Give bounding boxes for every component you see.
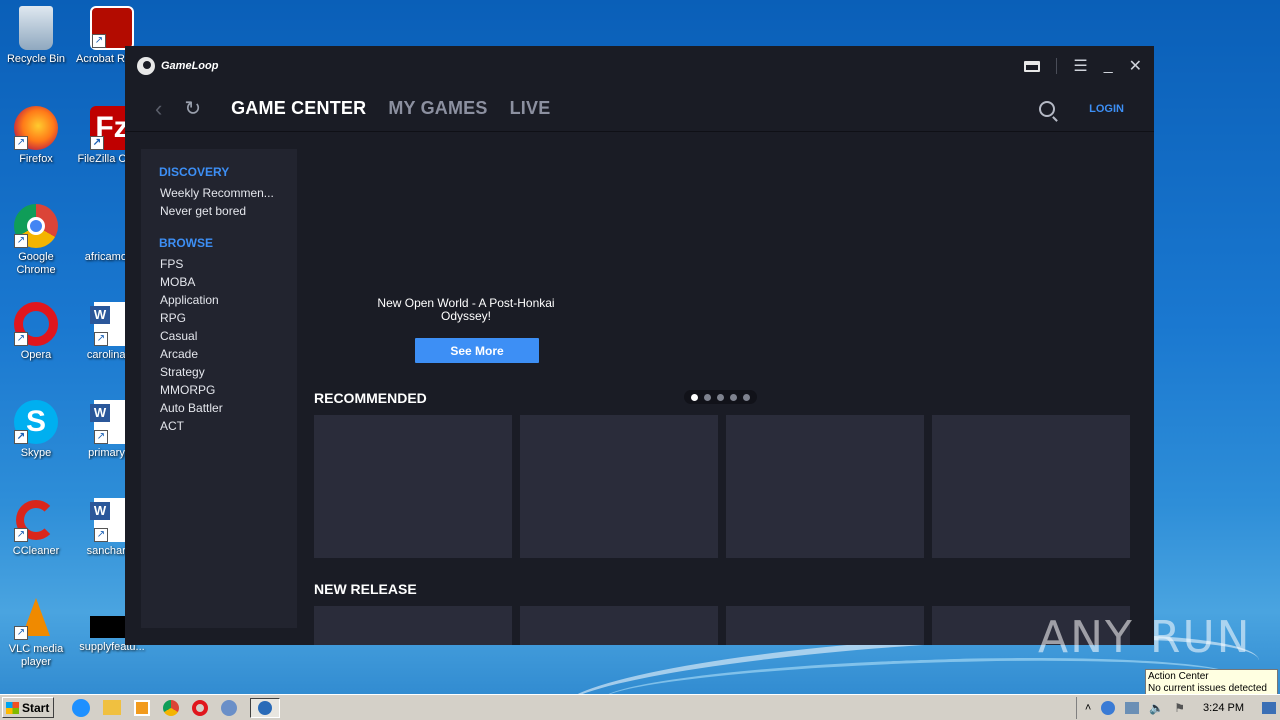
chrome-taskbar-icon[interactable] — [163, 699, 179, 716]
watermark-text: ANY RUN — [1038, 612, 1252, 663]
gameloop-setup-icon[interactable] — [221, 699, 237, 716]
volume-icon[interactable]: 🔈 — [1149, 701, 1164, 715]
title-bar: GameLoop ☰ _ ✕ — [125, 46, 1154, 86]
section-title-recommended: RECOMMENDED — [314, 390, 427, 406]
sidebar-item-auto-battler[interactable]: Auto Battler — [159, 399, 281, 417]
sidebar-item-moba[interactable]: MOBA — [159, 273, 281, 291]
game-card[interactable] — [520, 606, 718, 645]
carousel-dot-5[interactable] — [743, 393, 750, 401]
carousel-dot-3[interactable] — [717, 393, 724, 401]
chrome-icon: ↗ — [14, 204, 58, 248]
tab-my-games[interactable]: MY GAMES — [388, 98, 487, 119]
desktop-icon-vlc[interactable]: ↗ VLC media player — [0, 596, 72, 669]
sidebar-item-mmorpg[interactable]: MMORPG — [159, 381, 281, 399]
sidebar-item-never-get-bored[interactable]: Never get bored — [159, 202, 281, 220]
tab-live[interactable]: LIVE — [510, 98, 551, 119]
brand-name: GameLoop — [161, 60, 219, 72]
action-center-flag-icon[interactable]: ⚑ — [1174, 701, 1185, 715]
sidebar-item-fps[interactable]: FPS — [159, 255, 281, 273]
start-label: Start — [22, 700, 50, 715]
desktop-icon-recycle-bin[interactable]: Recycle Bin — [0, 6, 72, 66]
opera-icon: ↗ — [14, 302, 58, 346]
show-hidden-icons-icon[interactable]: ˄ — [1085, 702, 1091, 714]
ie-icon[interactable] — [72, 698, 90, 717]
firefox-icon: ↗ — [14, 106, 58, 150]
skype-icon: S ↗ — [14, 400, 58, 444]
ccleaner-icon: ↗ — [14, 498, 58, 542]
banner-title: New Open World - A Post-Honkai Odyssey! — [377, 296, 555, 323]
desktop-icon-ccleaner[interactable]: ↗ CCleaner — [0, 498, 72, 558]
divider — [1056, 58, 1058, 74]
gameloop-logo: GameLoop — [137, 57, 218, 75]
desktop-icon-chrome[interactable]: ↗ Google Chrome — [0, 204, 72, 277]
gameloop-window: GameLoop ☰ _ ✕ ‹ ↻ GAME CENTER MY GAMES … — [125, 46, 1154, 645]
watermark: ANY RUN — [1038, 612, 1252, 663]
sidebar-item-arcade[interactable]: Arcade — [159, 345, 281, 363]
network-icon[interactable] — [1125, 701, 1140, 714]
minimize-icon[interactable]: _ — [1104, 57, 1113, 75]
sidebar-item-application[interactable]: Application — [159, 291, 281, 309]
game-card[interactable] — [932, 415, 1130, 558]
menu-icon[interactable]: ☰ — [1073, 56, 1087, 76]
gameloop-logo-icon — [137, 57, 155, 75]
section-title-new-release: NEW RELEASE — [314, 581, 417, 597]
back-icon[interactable]: ‹ — [155, 96, 162, 122]
sidebar-item-casual[interactable]: Casual — [159, 327, 281, 345]
game-card[interactable] — [726, 415, 924, 558]
close-icon[interactable]: ✕ — [1129, 56, 1142, 76]
nav-bar: ‹ ↻ GAME CENTER MY GAMES LIVE LOGIN — [125, 86, 1154, 132]
start-button[interactable]: Start — [2, 697, 54, 718]
system-tray: ˄ 🔈 ⚑ 3:24 PM — [1075, 696, 1280, 719]
windows-logo-icon — [6, 701, 19, 714]
refresh-icon[interactable]: ↻ — [184, 96, 201, 121]
recommended-row — [314, 415, 1130, 558]
sidebar: DISCOVERY Weekly Recommen... Never get b… — [141, 149, 297, 628]
action-center-tooltip: Action Center No current issues detected — [1145, 669, 1278, 696]
clock[interactable]: 3:24 PM — [1203, 702, 1244, 714]
carousel-dot-4[interactable] — [730, 393, 737, 401]
network-app-icon[interactable] — [1101, 700, 1116, 715]
desktop-icon-firefox[interactable]: ↗ Firefox — [0, 106, 72, 166]
see-more-button[interactable]: See More — [415, 338, 539, 363]
carousel-dot-1[interactable] — [691, 393, 698, 401]
game-card[interactable] — [520, 415, 718, 558]
game-card[interactable] — [314, 606, 512, 645]
search-icon[interactable] — [1039, 100, 1056, 117]
sidebar-item-rpg[interactable]: RPG — [159, 309, 281, 327]
wallet-card-icon[interactable] — [1024, 60, 1041, 72]
carousel-dot-2[interactable] — [704, 393, 711, 401]
taskbar: Start ˄ 🔈 ⚑ 3:24 PM — [0, 694, 1280, 720]
tooltip-title: Action Center — [1148, 671, 1209, 682]
sidebar-heading-discovery: DISCOVERY — [159, 165, 230, 179]
game-card[interactable] — [726, 606, 924, 645]
sidebar-item-weekly-recommend[interactable]: Weekly Recommen... — [159, 184, 281, 202]
gameloop-taskbar-icon[interactable] — [250, 697, 280, 718]
login-button[interactable]: LOGIN — [1089, 103, 1124, 115]
show-desktop-icon[interactable] — [1262, 701, 1276, 714]
sidebar-item-act[interactable]: ACT — [159, 417, 281, 435]
carousel-indicator — [684, 390, 757, 404]
media-player-icon[interactable] — [134, 699, 150, 716]
sidebar-item-strategy[interactable]: Strategy — [159, 363, 281, 381]
main-content: DISCOVERY Weekly Recommen... Never get b… — [125, 132, 1154, 645]
opera-taskbar-icon[interactable] — [192, 699, 208, 716]
featured-banner[interactable]: New Open World - A Post-Honkai Odyssey! … — [315, 147, 1139, 372]
acrobat-icon: ↗ — [90, 6, 134, 50]
desktop-icon-skype[interactable]: S ↗ Skype — [0, 400, 72, 460]
recycle-bin-icon — [19, 6, 53, 50]
vlc-icon: ↗ — [14, 596, 58, 640]
game-card[interactable] — [314, 415, 512, 558]
new-release-row — [314, 606, 1130, 645]
desktop-icon-opera[interactable]: ↗ Opera — [0, 302, 72, 362]
tab-game-center[interactable]: GAME CENTER — [231, 98, 366, 119]
sidebar-heading-browse: BROWSE — [159, 236, 213, 250]
explorer-icon[interactable] — [103, 700, 121, 715]
